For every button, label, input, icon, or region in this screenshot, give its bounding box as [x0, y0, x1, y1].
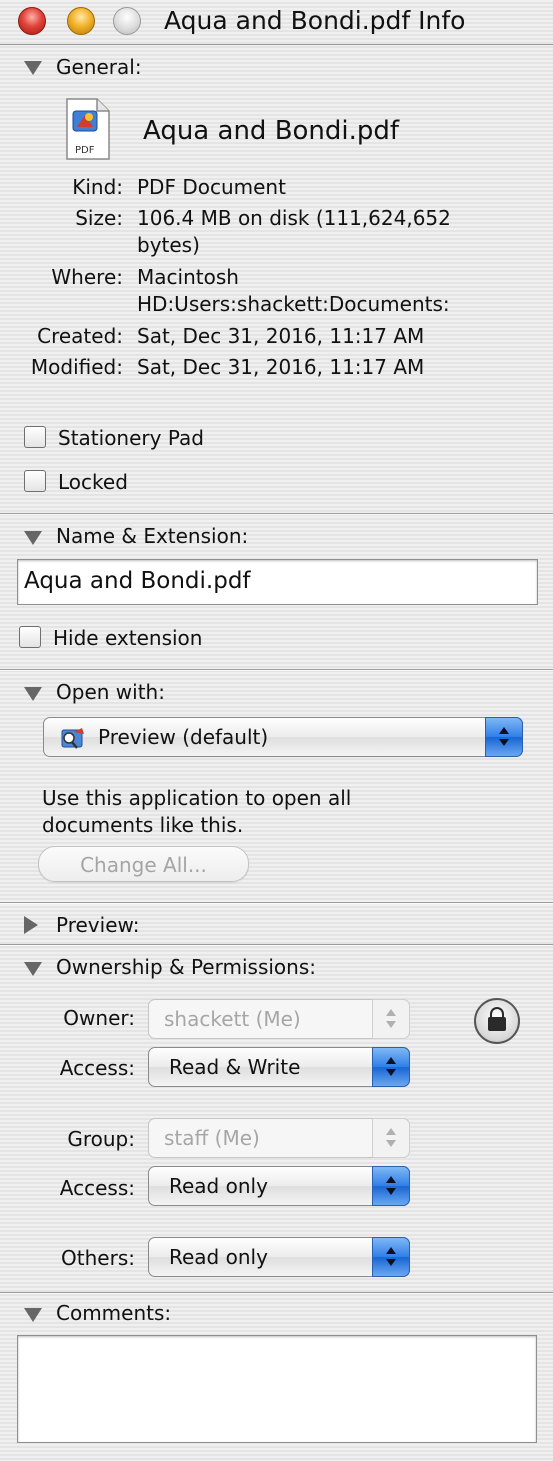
stationery-pad-label[interactable]: Stationery Pad — [58, 426, 204, 450]
open-with-disclosure-triangle-icon[interactable] — [24, 687, 42, 701]
general-section-title[interactable]: General: — [56, 55, 142, 79]
group-access-value: Read only — [169, 1174, 268, 1198]
preview-disclosure-triangle-icon[interactable] — [24, 916, 38, 934]
size-value-line2: bytes) — [137, 233, 200, 257]
owner-access-popup[interactable]: Read & Write — [148, 1047, 410, 1087]
group-popup[interactable]: staff (Me) — [148, 1118, 410, 1158]
owner-label: Owner: — [63, 1006, 135, 1030]
popup-arrows-icon — [372, 1237, 410, 1277]
group-label: Group: — [67, 1127, 135, 1151]
comments-section-title[interactable]: Comments: — [56, 1301, 171, 1325]
section-divider — [0, 902, 553, 904]
comments-disclosure-triangle-icon[interactable] — [24, 1308, 42, 1322]
kind-label: Kind: — [72, 175, 123, 199]
popup-arrows-icon — [372, 999, 410, 1039]
name-extension-field-value: Aqua and Bondi.pdf — [24, 568, 251, 594]
name-extension-field[interactable]: Aqua and Bondi.pdf — [17, 559, 538, 605]
close-window-button[interactable] — [18, 7, 46, 35]
where-label: Where: — [51, 265, 123, 289]
others-access-popup[interactable]: Read only — [148, 1237, 410, 1277]
popup-arrows-icon — [372, 1166, 410, 1206]
where-value-line1: Macintosh — [137, 265, 239, 289]
group-value: staff (Me) — [164, 1126, 260, 1150]
title-bar[interactable]: Aqua and Bondi.pdf Info — [0, 0, 553, 45]
open-with-description-line2: documents like this. — [42, 813, 244, 837]
kind-value: PDF Document — [137, 175, 286, 199]
locked-checkbox[interactable] — [24, 470, 46, 492]
preview-app-icon — [61, 728, 84, 749]
popup-arrows-icon — [485, 717, 523, 757]
zoom-window-button[interactable] — [113, 7, 141, 35]
minimize-window-button[interactable] — [67, 7, 95, 35]
pdf-icon-label: PDF — [75, 145, 95, 156]
owner-popup[interactable]: shackett (Me) — [148, 999, 410, 1039]
pdf-document-icon: PDF — [66, 98, 110, 160]
created-label: Created: — [37, 324, 123, 348]
stationery-pad-checkbox[interactable] — [24, 426, 46, 448]
size-value-line1: 106.4 MB on disk (111,624,652 — [137, 206, 451, 230]
name-extension-disclosure-triangle-icon[interactable] — [24, 531, 42, 545]
ownership-disclosure-triangle-icon[interactable] — [24, 962, 42, 976]
owner-value: shackett (Me) — [164, 1007, 301, 1031]
section-divider — [0, 513, 553, 515]
hide-extension-checkbox[interactable] — [19, 626, 41, 648]
open-with-section-title[interactable]: Open with: — [56, 680, 165, 704]
others-label: Others: — [61, 1246, 135, 1270]
where-value-line2: HD:Users:shackett:Documents: — [137, 292, 450, 316]
locked-label[interactable]: Locked — [58, 470, 128, 494]
modified-label: Modified: — [30, 355, 123, 379]
change-all-button-label: Change All... — [80, 853, 207, 877]
section-divider — [0, 944, 553, 946]
group-access-popup[interactable]: Read only — [148, 1166, 410, 1206]
group-access-label: Access: — [59, 1176, 135, 1200]
popup-arrows-icon — [372, 1047, 410, 1087]
file-name: Aqua and Bondi.pdf — [143, 116, 400, 146]
section-divider — [0, 669, 553, 671]
change-all-button[interactable]: Change All... — [38, 846, 249, 882]
preview-section-title[interactable]: Preview: — [56, 913, 140, 937]
section-divider — [0, 1292, 553, 1294]
open-with-app-popup[interactable]: Preview (default) — [43, 717, 523, 757]
open-with-selected-app: Preview (default) — [98, 725, 269, 749]
owner-access-label: Access: — [59, 1056, 135, 1080]
general-disclosure-triangle-icon[interactable] — [24, 61, 42, 75]
open-with-description-line1: Use this application to open all — [42, 786, 352, 810]
comments-textarea[interactable] — [17, 1335, 537, 1443]
name-extension-section-title[interactable]: Name & Extension: — [56, 524, 248, 548]
popup-arrows-icon — [372, 1118, 410, 1158]
hide-extension-label[interactable]: Hide extension — [53, 626, 202, 650]
others-access-value: Read only — [169, 1245, 268, 1269]
size-label: Size: — [75, 206, 123, 230]
window-title: Aqua and Bondi.pdf Info — [164, 6, 466, 35]
lock-body — [488, 1017, 506, 1031]
lock-button[interactable] — [474, 998, 520, 1044]
modified-value: Sat, Dec 31, 2016, 11:17 AM — [137, 355, 425, 379]
created-value: Sat, Dec 31, 2016, 11:17 AM — [137, 324, 425, 348]
ownership-section-title[interactable]: Ownership & Permissions: — [56, 955, 316, 979]
owner-access-value: Read & Write — [169, 1055, 301, 1079]
